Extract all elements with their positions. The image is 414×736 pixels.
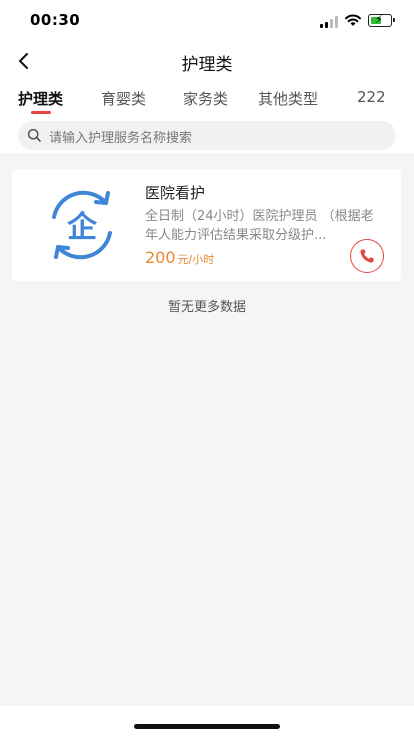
call-button[interactable] bbox=[350, 239, 384, 273]
search-input[interactable]: 请输入护理服务名称搜索 bbox=[18, 121, 396, 150]
status-time: 00:30 bbox=[30, 11, 81, 29]
service-description: 全日制（24小时）医院护理员 （根据老年人能力评估结果采取分级护... bbox=[145, 209, 374, 243]
tab-nursing[interactable]: 护理类 bbox=[18, 88, 63, 109]
service-price: 200 bbox=[145, 248, 176, 267]
status-bar: 00:30 ⚡ bbox=[0, 0, 414, 40]
navigation-bar: 护理类 bbox=[0, 42, 414, 80]
tab-infant-care[interactable]: 育婴类 bbox=[101, 88, 146, 109]
home-indicator[interactable] bbox=[134, 724, 280, 729]
tab-other-types[interactable]: 其他类型 bbox=[258, 88, 318, 109]
header-panel: 00:30 ⚡ 护理类 护理类 育婴类 家务类 其他类型 222 请输入护理服务… bbox=[0, 0, 414, 153]
service-title: 医院看护 bbox=[145, 184, 206, 202]
tab-222[interactable]: 222 bbox=[357, 88, 386, 106]
category-tabs: 护理类 育婴类 家务类 其他类型 222 bbox=[0, 84, 414, 114]
search-placeholder: 请输入护理服务名称搜索 bbox=[49, 131, 193, 146]
tab-housework[interactable]: 家务类 bbox=[183, 88, 228, 109]
active-tab-indicator bbox=[31, 111, 51, 114]
service-card[interactable]: 企 医院看护 全日制（24小时）医院护理员 （根据老年人能力评估结果采取分级护.… bbox=[12, 169, 401, 281]
bottom-safe-area bbox=[0, 706, 414, 736]
page-title: 护理类 bbox=[181, 55, 233, 75]
battery-icon: ⚡ bbox=[368, 13, 395, 27]
search-icon bbox=[27, 128, 41, 142]
enterprise-logo-icon: 企 bbox=[52, 190, 112, 260]
phone-icon bbox=[360, 249, 374, 263]
wifi-icon bbox=[345, 14, 361, 26]
price-unit: 元/小时 bbox=[177, 253, 215, 266]
cellular-signal-icon bbox=[320, 16, 340, 28]
logo-glyph: 企 bbox=[67, 210, 98, 245]
no-more-data-text: 暂无更多数据 bbox=[167, 300, 246, 315]
price-block: 200 元/小时 bbox=[145, 248, 214, 267]
